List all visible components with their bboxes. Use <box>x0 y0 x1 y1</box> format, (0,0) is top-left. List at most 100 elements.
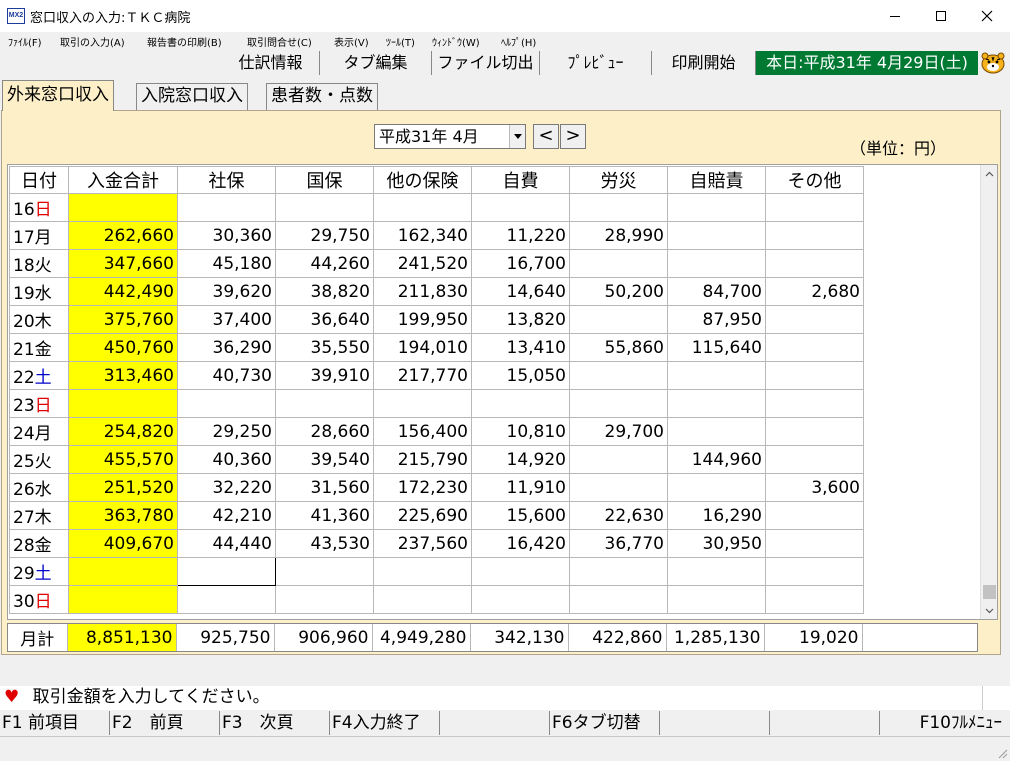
amount-cell[interactable] <box>275 557 374 586</box>
resize-grip-icon[interactable] <box>996 747 1008 759</box>
amount-cell[interactable] <box>177 193 276 222</box>
amount-cell[interactable]: 50,200 <box>569 277 668 306</box>
amount-cell[interactable]: 215,790 <box>373 445 472 474</box>
amount-cell[interactable]: 172,230 <box>373 473 472 502</box>
daily-total-cell[interactable] <box>68 585 178 614</box>
amount-cell[interactable]: 36,290 <box>177 333 276 362</box>
f6-switch-tab-button[interactable]: F6タブ切替 <box>550 711 660 735</box>
maximize-icon[interactable] <box>918 0 964 32</box>
amount-cell[interactable]: 211,830 <box>373 277 472 306</box>
f1-prev-item-button[interactable]: F1 前項目 <box>0 711 110 735</box>
amount-cell[interactable]: 30,360 <box>177 221 276 250</box>
tab-edit-button[interactable]: タブ編集 <box>320 51 432 75</box>
amount-cell[interactable]: 87,950 <box>667 305 766 334</box>
menu-transaction-query[interactable]: 取引問合せ(C) <box>247 34 312 49</box>
tab-inpatient-income[interactable]: 入院窓口収入 <box>136 83 248 110</box>
amount-cell[interactable]: 41,360 <box>275 501 374 530</box>
amount-cell[interactable]: 35,550 <box>275 333 374 362</box>
daily-total-cell[interactable]: 347,660 <box>68 249 178 278</box>
amount-cell[interactable]: 36,640 <box>275 305 374 334</box>
amount-cell[interactable] <box>667 473 766 502</box>
amount-cell[interactable]: 225,690 <box>373 501 472 530</box>
amount-cell[interactable] <box>667 417 766 446</box>
chevron-down-icon[interactable] <box>509 125 525 148</box>
amount-cell[interactable]: 156,400 <box>373 417 472 446</box>
amount-cell[interactable] <box>667 557 766 586</box>
amount-cell[interactable] <box>275 193 374 222</box>
amount-cell[interactable] <box>569 445 668 474</box>
amount-cell[interactable] <box>765 585 864 614</box>
amount-cell[interactable] <box>569 193 668 222</box>
amount-cell[interactable]: 40,360 <box>177 445 276 474</box>
amount-cell[interactable]: 36,770 <box>569 529 668 558</box>
amount-cell[interactable] <box>667 249 766 278</box>
amount-cell[interactable] <box>177 557 276 586</box>
daily-total-cell[interactable]: 455,570 <box>68 445 178 474</box>
amount-cell[interactable] <box>765 193 864 222</box>
amount-cell[interactable]: 217,770 <box>373 361 472 390</box>
amount-cell[interactable] <box>177 585 276 614</box>
amount-cell[interactable]: 37,400 <box>177 305 276 334</box>
amount-cell[interactable] <box>765 445 864 474</box>
menu-window[interactable]: ｳｨﾝﾄﾞｳ(W) <box>432 34 480 49</box>
amount-cell[interactable] <box>569 361 668 390</box>
scroll-down-icon[interactable] <box>981 602 998 619</box>
amount-cell[interactable]: 28,990 <box>569 221 668 250</box>
amount-cell[interactable]: 32,220 <box>177 473 276 502</box>
daily-total-cell[interactable] <box>68 557 178 586</box>
amount-cell[interactable]: 11,220 <box>471 221 570 250</box>
amount-cell[interactable] <box>765 361 864 390</box>
menu-file[interactable]: ﾌｧｲﾙ(F) <box>8 34 42 49</box>
amount-cell[interactable] <box>765 305 864 334</box>
amount-cell[interactable]: 2,680 <box>765 277 864 306</box>
amount-cell[interactable] <box>765 249 864 278</box>
amount-cell[interactable]: 29,700 <box>569 417 668 446</box>
amount-cell[interactable]: 162,340 <box>373 221 472 250</box>
amount-cell[interactable]: 22,630 <box>569 501 668 530</box>
close-icon[interactable] <box>964 0 1010 32</box>
daily-total-cell[interactable]: 363,780 <box>68 501 178 530</box>
daily-total-cell[interactable]: 442,490 <box>68 277 178 306</box>
amount-cell[interactable] <box>667 389 766 418</box>
preview-button[interactable]: ﾌﾟﾚﾋﾞｭｰ <box>540 51 652 75</box>
amount-cell[interactable]: 3,600 <box>765 473 864 502</box>
amount-cell[interactable] <box>471 557 570 586</box>
amount-cell[interactable] <box>275 389 374 418</box>
amount-cell[interactable]: 199,950 <box>373 305 472 334</box>
amount-cell[interactable]: 29,250 <box>177 417 276 446</box>
amount-cell[interactable]: 28,660 <box>275 417 374 446</box>
amount-cell[interactable] <box>765 501 864 530</box>
amount-cell[interactable] <box>471 193 570 222</box>
amount-cell[interactable]: 31,560 <box>275 473 374 502</box>
amount-cell[interactable]: 39,910 <box>275 361 374 390</box>
amount-cell[interactable] <box>667 221 766 250</box>
menu-report-print[interactable]: 報告書の印刷(B) <box>147 34 222 49</box>
amount-cell[interactable]: 40,730 <box>177 361 276 390</box>
amount-cell[interactable] <box>667 361 766 390</box>
amount-cell[interactable]: 237,560 <box>373 529 472 558</box>
f5-button[interactable] <box>440 711 550 735</box>
amount-cell[interactable] <box>569 557 668 586</box>
amount-cell[interactable] <box>471 389 570 418</box>
amount-cell[interactable]: 45,180 <box>177 249 276 278</box>
amount-cell[interactable] <box>373 585 472 614</box>
amount-cell[interactable] <box>569 473 668 502</box>
prev-month-button[interactable]: < <box>533 124 559 149</box>
daily-total-cell[interactable] <box>68 389 178 418</box>
amount-cell[interactable]: 144,960 <box>667 445 766 474</box>
amount-cell[interactable]: 15,600 <box>471 501 570 530</box>
amount-cell[interactable]: 16,420 <box>471 529 570 558</box>
amount-cell[interactable]: 14,920 <box>471 445 570 474</box>
menu-view[interactable]: 表示(V) <box>334 34 369 49</box>
amount-cell[interactable]: 15,050 <box>471 361 570 390</box>
amount-cell[interactable]: 44,260 <box>275 249 374 278</box>
amount-cell[interactable] <box>373 193 472 222</box>
amount-cell[interactable]: 29,750 <box>275 221 374 250</box>
amount-cell[interactable] <box>667 193 766 222</box>
amount-cell[interactable] <box>177 389 276 418</box>
amount-cell[interactable]: 11,910 <box>471 473 570 502</box>
amount-cell[interactable]: 14,640 <box>471 277 570 306</box>
daily-total-cell[interactable]: 313,460 <box>68 361 178 390</box>
next-month-button[interactable]: > <box>560 124 586 149</box>
f10-full-menu-button[interactable]: F10ﾌﾙﾒﾆｭｰ <box>880 711 1008 735</box>
